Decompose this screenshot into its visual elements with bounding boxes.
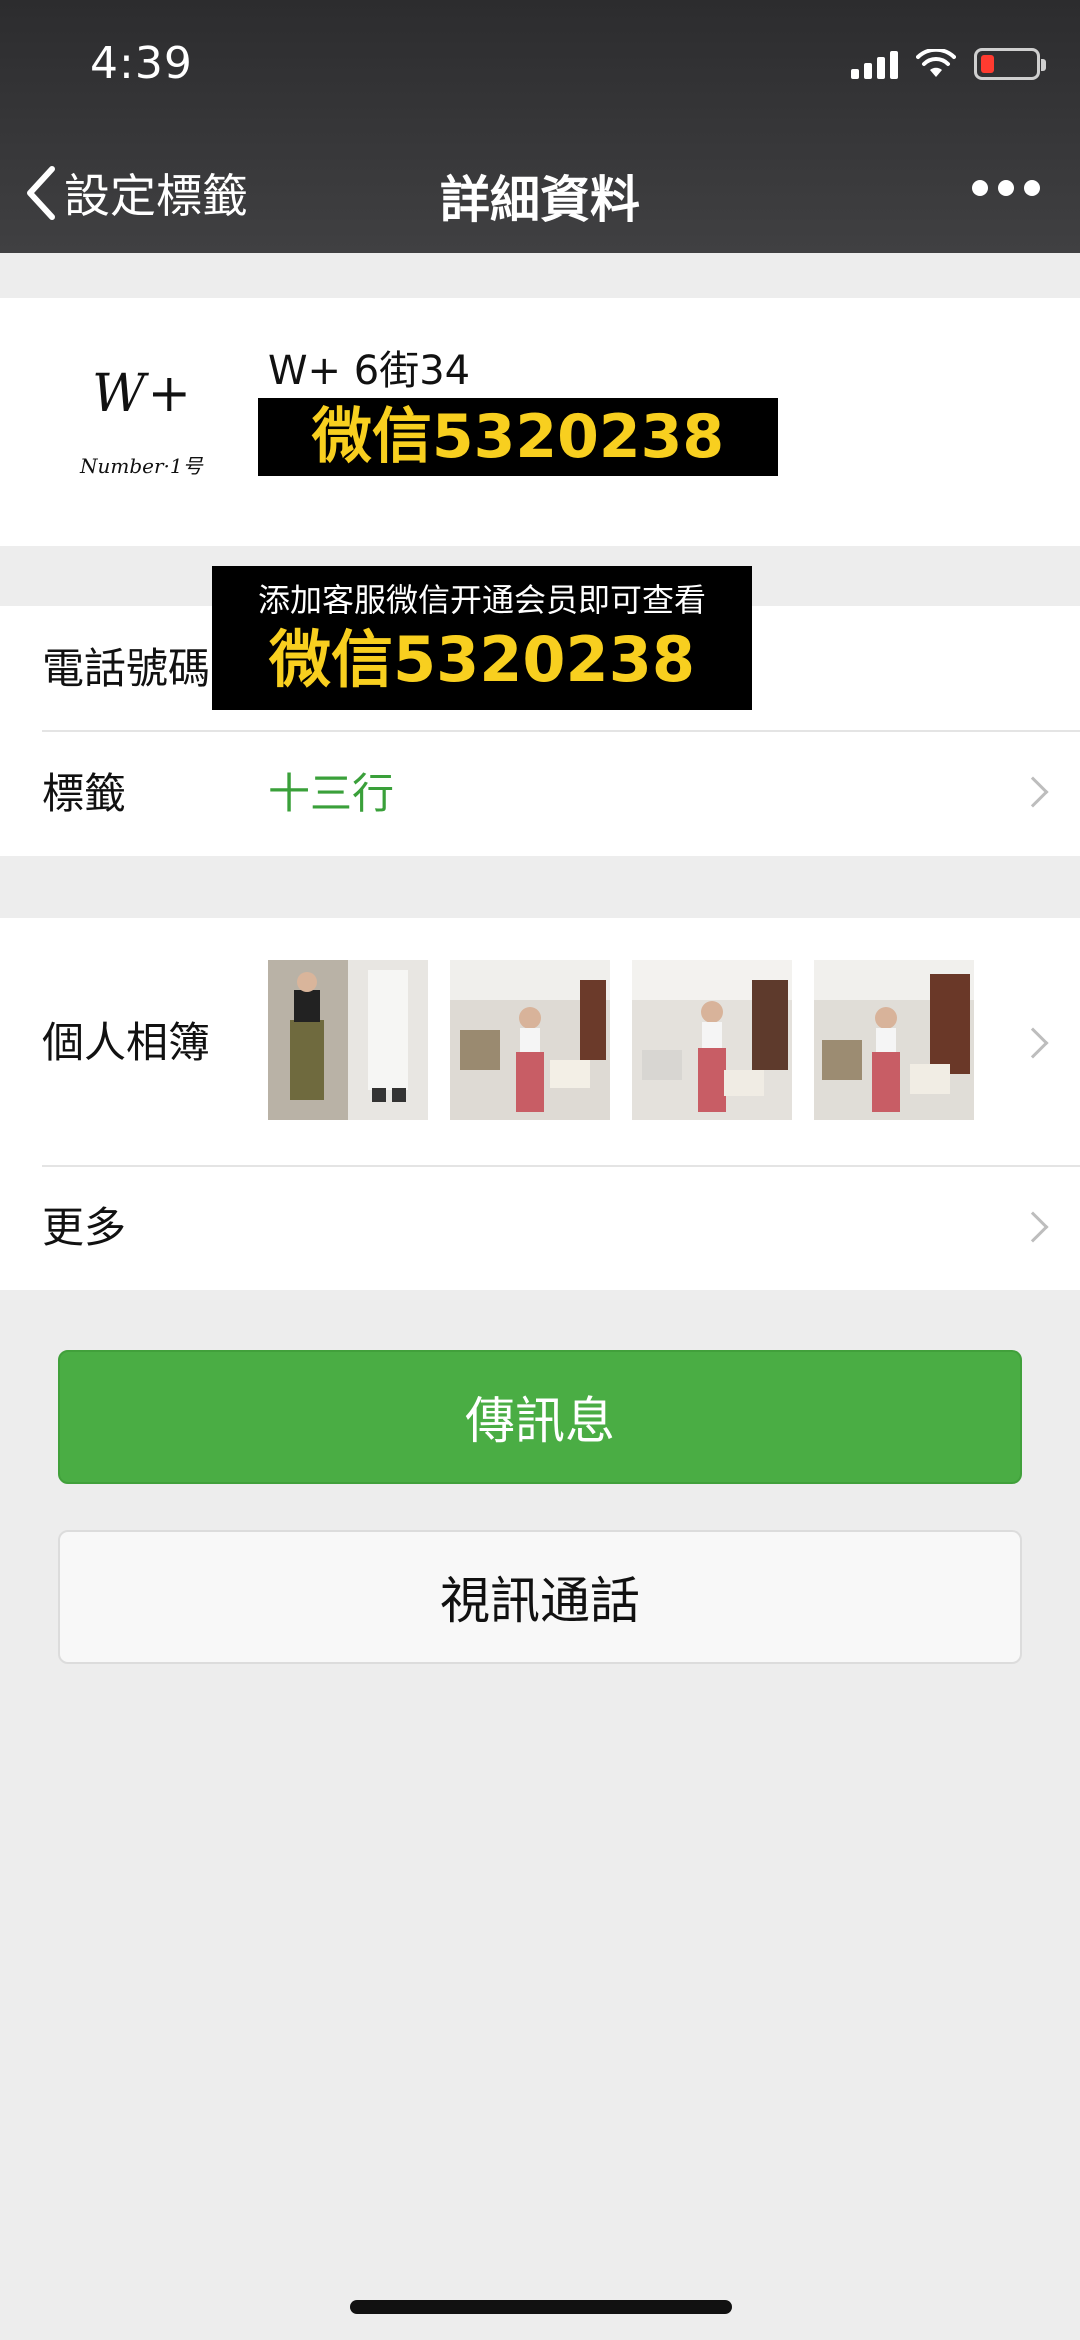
tag-row[interactable]: 標籤 十三行: [0, 731, 1080, 856]
back-label: 設定標籤: [64, 169, 248, 223]
overlay-small-text: 添加客服微信开通会员即可查看: [257, 581, 706, 619]
profile-card: W+ Number·1号 W+ 6街34 微信5320238: [0, 298, 1080, 546]
tag-label: 標籤: [42, 769, 127, 818]
album-card: 個人相簿 更多: [0, 918, 1080, 1290]
status-icons: [851, 48, 1046, 80]
overlay-text: 微信5320238: [311, 402, 725, 472]
album-photo[interactable]: [632, 960, 792, 1120]
battery-icon: [974, 48, 1046, 80]
back-button[interactable]: 設定標籤: [24, 160, 248, 226]
avatar[interactable]: W+ Number·1号: [40, 328, 220, 508]
status-time: 4:39: [90, 38, 193, 89]
profile-name: W+ 6街34: [268, 348, 471, 394]
phone-label: 電話號碼: [42, 644, 211, 693]
more-dot-icon: [972, 180, 988, 196]
more-dot-icon: [998, 180, 1014, 196]
avatar-logo-text: W+: [92, 364, 194, 424]
video-call-button[interactable]: 視訊通話: [58, 1530, 1022, 1664]
signal-icon: [851, 49, 898, 79]
chevron-right-icon: [1017, 1027, 1049, 1059]
chevron-right-icon: [1017, 1211, 1049, 1243]
contact-overlay-banner: 微信5320238: [258, 398, 778, 476]
send-message-button[interactable]: 傳訊息: [58, 1350, 1022, 1484]
wifi-icon: [916, 49, 956, 77]
avatar-logo-subtext: Number·1号: [80, 454, 203, 478]
tag-value: 十三行: [268, 769, 395, 818]
overlay-big-text: 微信5320238: [269, 623, 695, 696]
album-photo[interactable]: [450, 960, 610, 1120]
more-options-button[interactable]: [972, 180, 1040, 196]
contact-overlay-banner-2: 添加客服微信开通会员即可查看 微信5320238: [212, 566, 752, 710]
chevron-left-icon: [27, 166, 55, 220]
album-row[interactable]: 個人相簿: [0, 918, 1080, 1168]
album-label: 個人相簿: [42, 1018, 211, 1067]
album-photo[interactable]: [268, 960, 428, 1120]
more-row[interactable]: 更多: [0, 1166, 1080, 1290]
album-photos: [268, 960, 974, 1120]
home-indicator[interactable]: [350, 2300, 732, 2314]
header: 4:39 設定標籤 詳細資料: [0, 0, 1080, 253]
album-photo[interactable]: [814, 960, 974, 1120]
more-dot-icon: [1024, 180, 1040, 196]
more-label: 更多: [42, 1203, 127, 1252]
chevron-right-icon: [1017, 776, 1049, 808]
